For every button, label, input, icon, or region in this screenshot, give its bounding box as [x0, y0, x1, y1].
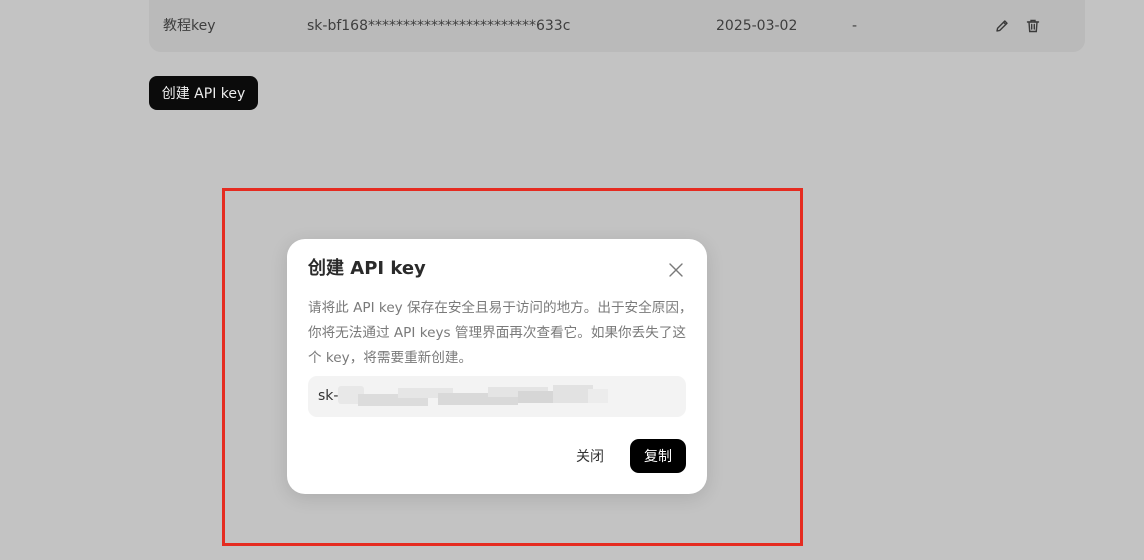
dialog-description: 请将此 API key 保存在安全且易于访问的地方。出于安全原因，你将无法通过 …	[308, 300, 693, 366]
api-key-field[interactable]: sk-	[308, 376, 686, 417]
close-icon[interactable]	[668, 262, 684, 278]
trash-icon[interactable]	[1024, 17, 1042, 35]
pencil-icon[interactable]	[993, 17, 1011, 35]
key-value-cell: sk-bf168************************633c	[307, 18, 571, 34]
create-api-key-button[interactable]: 创建 API key	[149, 76, 258, 110]
api-key-prefix: sk-	[318, 388, 339, 404]
dialog-title: 创建 API key	[308, 258, 426, 279]
close-button[interactable]: 关闭	[565, 441, 615, 471]
api-key-table-row: 教程key sk-bf168************************63…	[149, 0, 1085, 52]
redacted-key-mask	[338, 383, 608, 409]
create-api-key-dialog: 创建 API key 请将此 API key 保存在安全且易于访问的地方。出于安…	[287, 239, 707, 494]
last-used-cell: -	[852, 18, 858, 34]
key-name-cell: 教程key	[163, 18, 216, 34]
created-date-cell: 2025-03-02	[716, 18, 798, 34]
copy-button[interactable]: 复制	[630, 439, 686, 473]
